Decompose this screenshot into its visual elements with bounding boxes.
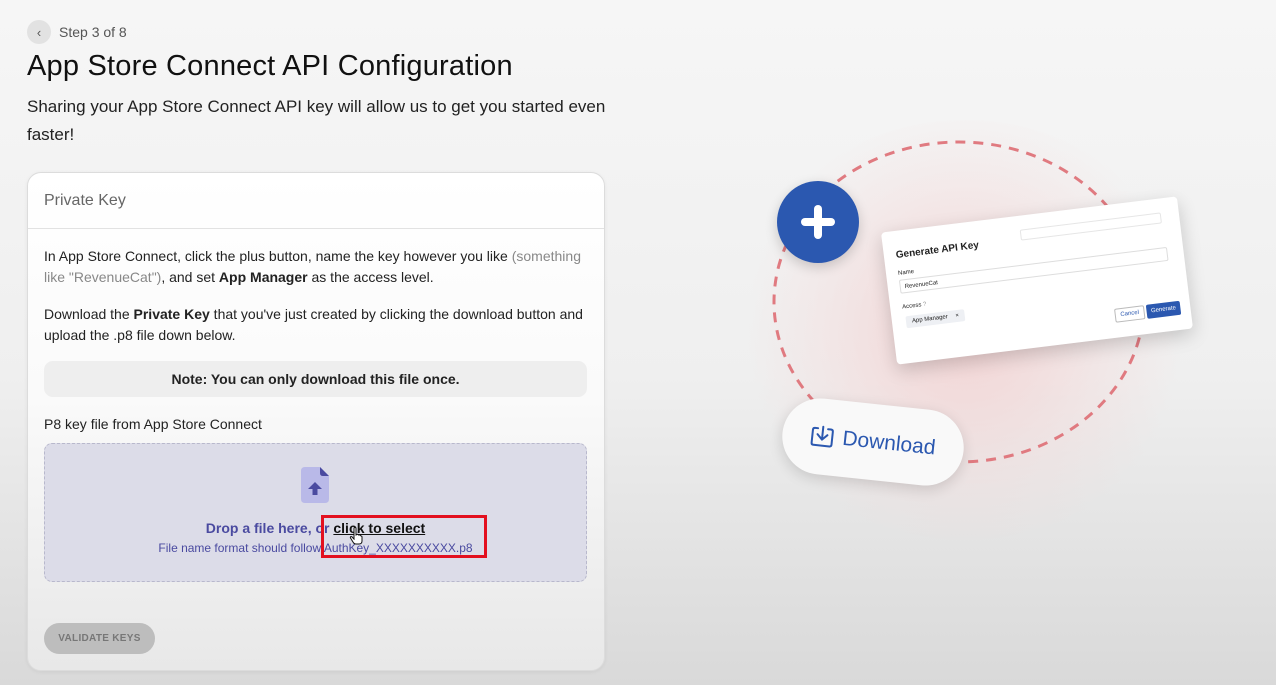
dialog-access-label: Access ?: [901, 301, 927, 311]
card-title: Private Key: [28, 173, 604, 229]
hand-cursor-icon: [349, 527, 363, 545]
help-icon: ?: [922, 301, 927, 309]
download-note: Note: You can only download this file on…: [44, 361, 587, 397]
plus-icon: [801, 205, 835, 239]
page-subtitle: Sharing your App Store Connect API key w…: [27, 97, 606, 144]
dialog-name-label: Name: [897, 268, 915, 277]
file-dropzone[interactable]: Drop a file here, or click to select Fil…: [44, 443, 587, 582]
p8-field-label: P8 key file from App Store Connect: [44, 416, 262, 432]
dialog-field-placeholder: [1019, 212, 1162, 241]
highlight-box: [321, 515, 487, 558]
download-icon: [810, 425, 835, 448]
dialog-generate-button: Generate: [1145, 300, 1182, 319]
instruction-create-key: In App Store Connect, click the plus but…: [44, 248, 581, 285]
dialog-title: Generate API Key: [895, 239, 980, 261]
private-key-card: Private Key In App Store Connect, click …: [27, 172, 605, 671]
dialog-access-chip: App Manager ×: [905, 309, 966, 329]
plus-button-illustration: [777, 181, 859, 263]
chip-close-icon: ×: [955, 312, 960, 320]
step-indicator: Step 3 of 8: [59, 24, 127, 40]
dropzone-text: Drop a file here, or click to select: [205, 520, 426, 536]
download-label: Download: [841, 426, 937, 460]
file-upload-icon: [301, 467, 329, 503]
dialog-cancel-button: Cancel: [1114, 305, 1146, 323]
page-title: App Store Connect API Configuration: [27, 50, 513, 82]
instruction-download-key: Download the Private Key that you've jus…: [44, 306, 583, 343]
validate-keys-button[interactable]: VALIDATE KEYS: [44, 623, 155, 654]
chevron-left-icon: ‹: [36, 24, 42, 40]
back-button[interactable]: ‹: [27, 20, 51, 44]
dropzone-hint: File name format should follow AuthKey_X…: [158, 541, 473, 555]
